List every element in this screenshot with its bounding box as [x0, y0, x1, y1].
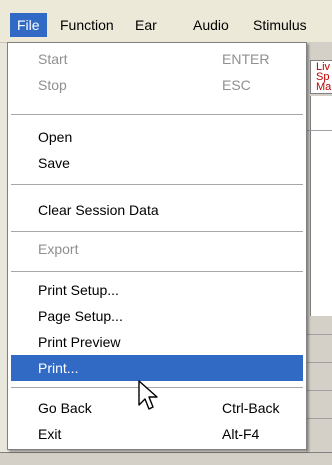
menu-item-label: Page Setup... — [38, 308, 123, 324]
menu-item-save[interactable]: Save — [11, 150, 303, 176]
menu-ear[interactable]: Ear — [128, 13, 164, 37]
background-statusbar — [0, 452, 332, 465]
menu-item-label: Save — [38, 155, 70, 171]
menu-item-open[interactable]: Open — [11, 124, 303, 150]
menu-separator — [11, 184, 303, 186]
menu-item-label: Open — [38, 129, 73, 145]
menu-item-stop[interactable]: Stop ESC — [11, 72, 303, 98]
menu-item-exit[interactable]: Exit Alt-F4 — [11, 421, 303, 447]
background-divider — [306, 334, 332, 335]
menu-separator — [11, 271, 303, 273]
menu-file[interactable]: File — [10, 13, 47, 37]
menu-function[interactable]: Function — [53, 13, 121, 37]
background-divider — [306, 418, 332, 419]
menu-item-start[interactable]: Start ENTER — [11, 46, 303, 72]
background-divider — [306, 390, 332, 391]
menu-item-label: Print Setup... — [38, 282, 119, 298]
background-status-text: Liv Sp Ma — [316, 62, 332, 93]
menu-item-print[interactable]: Print... — [11, 355, 303, 381]
menu-item-label: Exit — [38, 426, 62, 442]
menu-item-label: Stop — [38, 77, 67, 93]
background-divider — [306, 130, 332, 131]
menu-item-print-setup[interactable]: Print Setup... — [11, 277, 303, 303]
background-content-area — [310, 96, 332, 316]
menu-item-label: Clear Session Data — [38, 202, 159, 218]
background-divider — [306, 362, 332, 363]
menu-item-label: Start — [38, 51, 68, 67]
menu-audio[interactable]: Audio — [186, 13, 236, 37]
menu-item-label: Print... — [38, 360, 79, 376]
menu-item-label: Go Back — [38, 400, 92, 416]
menu-item-print-preview[interactable]: Print Preview — [11, 329, 303, 355]
menu-stimulus[interactable]: Stimulus — [246, 13, 314, 37]
menu-item-shortcut: ENTER — [222, 51, 270, 67]
menu-separator — [11, 114, 303, 116]
menu-separator — [11, 231, 303, 233]
menu-item-label: Export — [38, 241, 79, 257]
menu-item-label: Print Preview — [38, 334, 121, 350]
menu-item-clear-session-data[interactable]: Clear Session Data — [11, 197, 303, 223]
menu-item-export[interactable]: Export — [11, 236, 303, 262]
menubar: File Function Ear Audio Stimulus — [0, 0, 332, 43]
menu-item-shortcut: Alt-F4 — [222, 426, 260, 442]
menu-item-shortcut: ESC — [222, 77, 251, 93]
menu-item-shortcut: Ctrl-Back — [222, 400, 280, 416]
menu-item-page-setup[interactable]: Page Setup... — [11, 303, 303, 329]
arrow-cursor-icon — [138, 380, 158, 410]
background-text-line: Ma — [316, 81, 332, 93]
